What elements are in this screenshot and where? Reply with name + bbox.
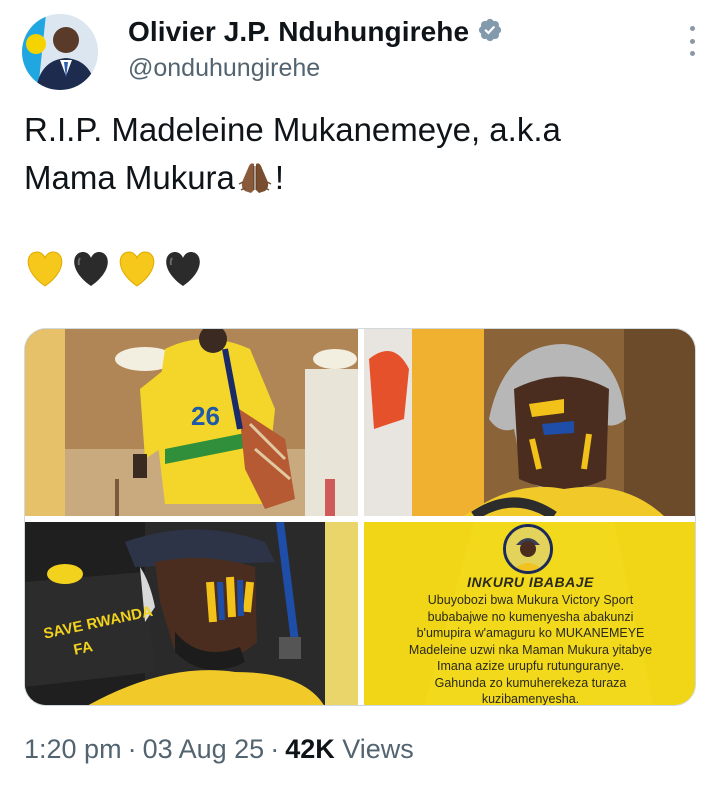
notice-avatar (503, 524, 553, 574)
author-avatar[interactable] (22, 14, 98, 90)
author-display-name[interactable]: Olivier J.P. Nduhungirehe (128, 16, 469, 48)
author-handle[interactable]: @onduhungirehe (128, 54, 503, 83)
tweet-text-line-2: Mama Mukura ! (24, 154, 694, 207)
tweet-text: R.I.P. Madeleine Mukanemeye, a.k.a Mama … (24, 106, 694, 207)
verified-badge-icon (469, 17, 503, 48)
separator: · (270, 734, 280, 764)
media-grid: 26 SAVE RWANDA FA INKURU IBABAJE Ubuyobo… (24, 328, 696, 706)
tweet-header: Olivier J.P. Nduhungirehe @onduhungirehe (22, 14, 702, 90)
hearts-row (24, 248, 204, 292)
separator: · (127, 734, 137, 764)
black-heart-icon (74, 252, 108, 286)
announcement-line: Gahunda zo kumuherekeza turaza (434, 675, 627, 690)
tweet-time[interactable]: 1:20 pm (24, 734, 122, 764)
yellow-heart-icon (27, 251, 63, 287)
photo-4-announcement[interactable]: INKURU IBABAJE Ubuyobozi bwa Mukura Vict… (364, 522, 695, 706)
tweet-text-line-2-end: ! (274, 159, 285, 196)
photo-2[interactable] (364, 329, 695, 516)
author-names: Olivier J.P. Nduhungirehe @onduhungirehe (128, 16, 503, 83)
black-heart-icon (166, 252, 200, 286)
jersey-number: 26 (191, 401, 220, 431)
announcement-text: INKURU IBABAJE Ubuyobozi bwa Mukura Vict… (364, 574, 695, 706)
announcement-line: kuzibamenyesha. (481, 692, 580, 706)
announcement-title: INKURU IBABAJE (467, 574, 594, 590)
more-options-icon[interactable] (682, 26, 702, 56)
announcement-line: Ubuyobozi bwa Mukura Victory Sport (427, 593, 634, 607)
folded-hands-icon (237, 159, 273, 207)
photo-3[interactable]: SAVE RWANDA FA (25, 522, 358, 705)
tweet-date[interactable]: 03 Aug 25 (143, 734, 265, 764)
announcement-body: Ubuyobozi bwa Mukura Victory Sport bubab… (364, 592, 695, 706)
yellow-heart-icon (119, 251, 155, 287)
views-label: Views (342, 734, 414, 764)
announcement-line: Madeleine uzwi nka Maman Mukura yitabye (408, 642, 653, 657)
announcement-line: b'umupira w'amaguru ko MUKANEMEYE (416, 626, 645, 640)
tweet-text-line-2-start: Mama Mukura (24, 159, 235, 196)
announcement-line: Imana azize urupfu rutunguranye. (437, 659, 624, 673)
views-count[interactable]: 42K (285, 734, 335, 764)
photo-1[interactable]: 26 (25, 329, 358, 516)
announcement-line: bubabajwe no kumenyesha abakunzi (427, 609, 634, 624)
tweet-text-line-1: R.I.P. Madeleine Mukanemeye, a.k.a (24, 111, 561, 148)
tweet-meta: 1:20 pm · 03 Aug 25 · 42K Views (24, 734, 414, 765)
